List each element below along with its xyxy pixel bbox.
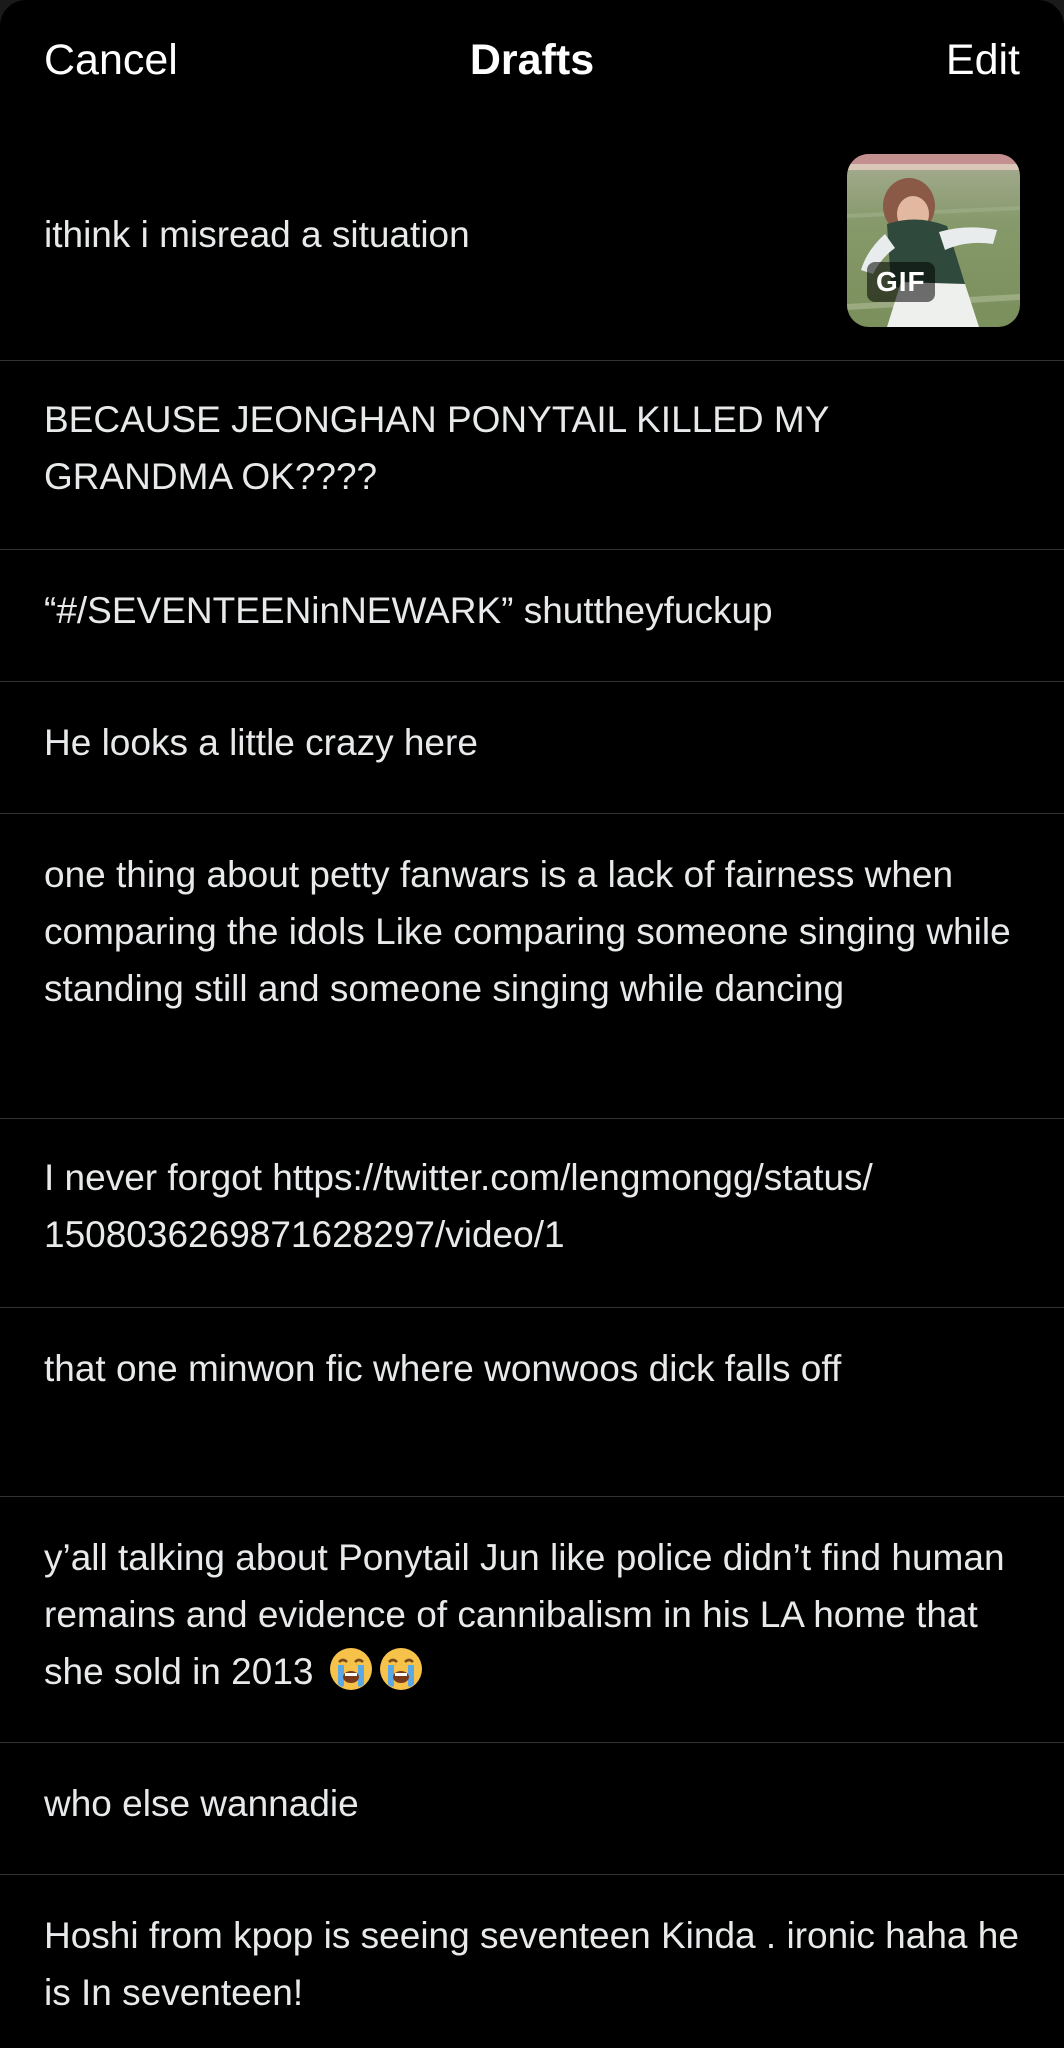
draft-text: one thing about petty fanwars is a lack … <box>44 854 1011 1009</box>
draft-text: BECAUSE JEONGHAN PONYTAIL KILLED MY GRAN… <box>44 399 829 497</box>
draft-item[interactable]: y’all talking about Ponytail Jun like po… <box>0 1497 1064 1743</box>
loudly-crying-face-icon <box>378 1646 424 1692</box>
gif-thumbnail: GIF <box>847 154 1020 327</box>
drafts-list: ithink i misread a situation GIF BECAUSE… <box>0 122 1064 2048</box>
draft-text: that one minwon fic where wonwoos dick f… <box>44 1348 842 1389</box>
draft-text: y’all talking about Ponytail Jun like po… <box>44 1537 1005 1692</box>
draft-item[interactable]: Hoshi from kpop is seeing seventeen Kind… <box>0 1875 1064 2048</box>
edit-button[interactable]: Edit <box>946 36 1020 85</box>
draft-item[interactable]: ithink i misread a situation GIF <box>0 122 1064 361</box>
draft-text: Hoshi from kpop is seeing seventeen Kind… <box>44 1915 1019 2013</box>
draft-text: “#/SEVENTEENinNEWARK” shuttheyfuckup <box>44 590 773 631</box>
draft-item[interactable]: one thing about petty fanwars is a lack … <box>0 814 1064 1119</box>
draft-item[interactable]: He looks a little crazy here <box>0 682 1064 814</box>
drafts-screen: Cancel Drafts Edit ithink i misread a si… <box>0 0 1064 2048</box>
draft-text: He looks a little crazy here <box>44 722 478 763</box>
draft-item[interactable]: I never forgot https://twitter.com/lengm… <box>0 1119 1064 1308</box>
draft-item[interactable]: “#/SEVENTEENinNEWARK” shuttheyfuckup <box>0 550 1064 682</box>
header: Cancel Drafts Edit <box>0 0 1064 122</box>
draft-text: who else wannadie <box>44 1783 359 1824</box>
draft-text-with-emoji: y’all talking about Ponytail Jun like po… <box>44 1529 1020 1700</box>
page-title: Drafts <box>469 36 595 84</box>
gif-badge: GIF <box>867 262 935 302</box>
draft-item[interactable]: who else wannadie <box>0 1743 1064 1875</box>
draft-text: I never forgot https://twitter.com/lengm… <box>44 1157 873 1255</box>
draft-item[interactable]: BECAUSE JEONGHAN PONYTAIL KILLED MY GRAN… <box>0 361 1064 550</box>
draft-item[interactable]: that one minwon fic where wonwoos dick f… <box>0 1308 1064 1497</box>
loudly-crying-face-icon <box>328 1646 374 1692</box>
